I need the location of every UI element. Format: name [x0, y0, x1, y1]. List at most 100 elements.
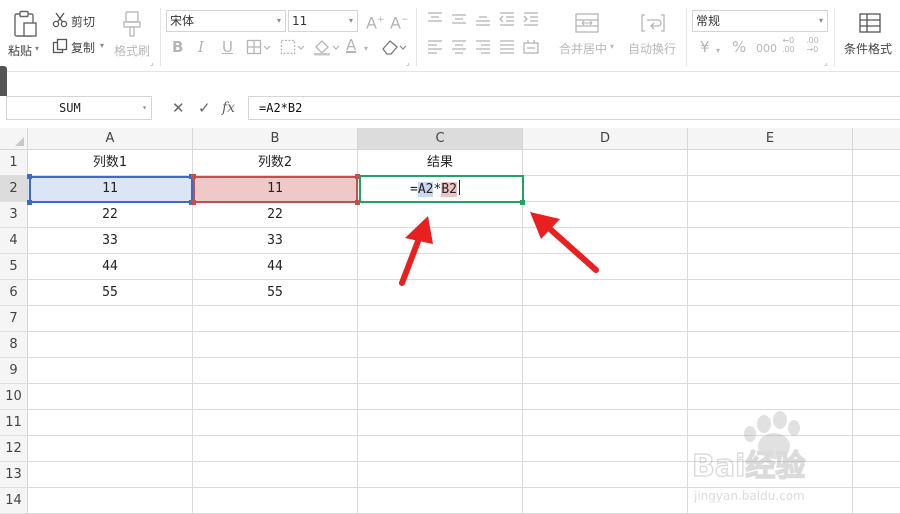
cell-f12[interactable] [853, 436, 900, 462]
resize-handle[interactable] [191, 174, 196, 179]
cell-b8[interactable] [193, 332, 358, 358]
cell-e14[interactable] [688, 488, 853, 514]
cell-b4[interactable]: 33 [193, 228, 358, 254]
cell-b9[interactable] [193, 358, 358, 384]
increase-indent-icon[interactable] [522, 11, 540, 27]
decrease-decimal-icon[interactable]: .00 →0 [806, 36, 819, 54]
cell-e7[interactable] [688, 306, 853, 332]
eraser-icon[interactable] [380, 38, 410, 56]
cell-d13[interactable] [523, 462, 688, 488]
bold-button[interactable]: B [172, 38, 183, 56]
decrease-indent-icon[interactable] [498, 11, 516, 27]
percent-icon[interactable]: % [732, 38, 746, 56]
column-header-d[interactable]: D [523, 128, 688, 150]
chevron-down-icon[interactable]: ▾ [610, 42, 614, 51]
resize-handle[interactable] [355, 174, 360, 179]
dialog-launcher-icon[interactable]: ⌟ [406, 58, 410, 67]
cell-a9[interactable] [28, 358, 193, 384]
select-all-button[interactable] [0, 128, 28, 150]
chevron-down-icon[interactable]: ▾ [364, 40, 368, 58]
dialog-launcher-icon[interactable]: ⌟ [824, 58, 828, 67]
row-header-5[interactable]: 5 [0, 254, 28, 280]
cell-e6[interactable] [688, 280, 853, 306]
cell-c6[interactable] [358, 280, 523, 306]
name-box[interactable]: SUM ▾ [6, 96, 152, 120]
paste-button[interactable]: 粘贴 ▾ [4, 8, 42, 64]
resize-handle[interactable] [27, 174, 32, 179]
cell-f3[interactable] [853, 202, 900, 228]
confirm-icon[interactable]: ✓ [198, 97, 211, 119]
fill-pattern-icon[interactable] [280, 38, 308, 56]
cell-f1[interactable] [853, 150, 900, 176]
increase-font-icon[interactable]: A+ [366, 11, 385, 32]
cell-e9[interactable] [688, 358, 853, 384]
row-header-4[interactable]: 4 [0, 228, 28, 254]
thousands-separator-icon[interactable]: 000 [756, 40, 777, 58]
cell-a12[interactable] [28, 436, 193, 462]
cell-a5[interactable]: 44 [28, 254, 193, 280]
cell-a7[interactable] [28, 306, 193, 332]
cell-a11[interactable] [28, 410, 193, 436]
font-name-select[interactable]: 宋体 ▾ [166, 10, 286, 32]
row-header-1[interactable]: 1 [0, 150, 28, 176]
cell-d9[interactable] [523, 358, 688, 384]
cell-c7[interactable] [358, 306, 523, 332]
cell-b3[interactable]: 22 [193, 202, 358, 228]
cell-f2[interactable] [853, 176, 900, 202]
insert-function-icon[interactable]: fx [222, 97, 235, 119]
column-header-f[interactable] [853, 128, 900, 150]
cell-f8[interactable] [853, 332, 900, 358]
cell-editor-c2[interactable]: =A2*B2 [410, 179, 460, 201]
cell-f11[interactable] [853, 410, 900, 436]
cell-e10[interactable] [688, 384, 853, 410]
cell-e4[interactable] [688, 228, 853, 254]
cancel-icon[interactable]: ✕ [172, 97, 185, 119]
cell-e11[interactable] [688, 410, 853, 436]
cell-e1[interactable] [688, 150, 853, 176]
align-right-icon[interactable] [474, 39, 492, 55]
cell-c11[interactable] [358, 410, 523, 436]
cell-c8[interactable] [358, 332, 523, 358]
cell-b2[interactable]: 11 [193, 176, 358, 202]
font-color-icon[interactable]: A [346, 36, 356, 54]
resize-handle[interactable] [355, 200, 360, 205]
cell-b6[interactable]: 55 [193, 280, 358, 306]
cell-a3[interactable]: 22 [28, 202, 193, 228]
cell-c9[interactable] [358, 358, 523, 384]
cell-d12[interactable] [523, 436, 688, 462]
cell-a14[interactable] [28, 488, 193, 514]
cell-d8[interactable] [523, 332, 688, 358]
cell-d1[interactable] [523, 150, 688, 176]
cell-b10[interactable] [193, 384, 358, 410]
chevron-down-icon[interactable]: ▾ [716, 42, 720, 60]
cell-d11[interactable] [523, 410, 688, 436]
align-left-icon[interactable] [426, 39, 444, 55]
cell-a6[interactable]: 55 [28, 280, 193, 306]
column-header-a[interactable]: A [28, 128, 193, 150]
resize-handle[interactable] [27, 200, 32, 205]
row-header-11[interactable]: 11 [0, 410, 28, 436]
cell-b7[interactable] [193, 306, 358, 332]
cell-c14[interactable] [358, 488, 523, 514]
cell-b12[interactable] [193, 436, 358, 462]
cell-f14[interactable] [853, 488, 900, 514]
row-header-8[interactable]: 8 [0, 332, 28, 358]
cell-d6[interactable] [523, 280, 688, 306]
cell-c10[interactable] [358, 384, 523, 410]
decrease-font-icon[interactable]: A− [390, 11, 409, 32]
cell-d2[interactable] [523, 176, 688, 202]
cell-a10[interactable] [28, 384, 193, 410]
row-header-12[interactable]: 12 [0, 436, 28, 462]
underline-button[interactable]: U [222, 38, 233, 56]
fill-color-icon[interactable] [312, 38, 342, 56]
cell-a1[interactable]: 列数1 [28, 150, 193, 176]
cell-e8[interactable] [688, 332, 853, 358]
format-painter-button[interactable]: 格式刷 [112, 8, 154, 64]
cell-b5[interactable]: 44 [193, 254, 358, 280]
cell-e13[interactable] [688, 462, 853, 488]
chevron-down-icon[interactable]: ▾ [35, 44, 39, 53]
align-bottom-icon[interactable] [474, 11, 492, 27]
align-middle-icon[interactable] [450, 11, 468, 27]
cell-f7[interactable] [853, 306, 900, 332]
cell-e2[interactable] [688, 176, 853, 202]
